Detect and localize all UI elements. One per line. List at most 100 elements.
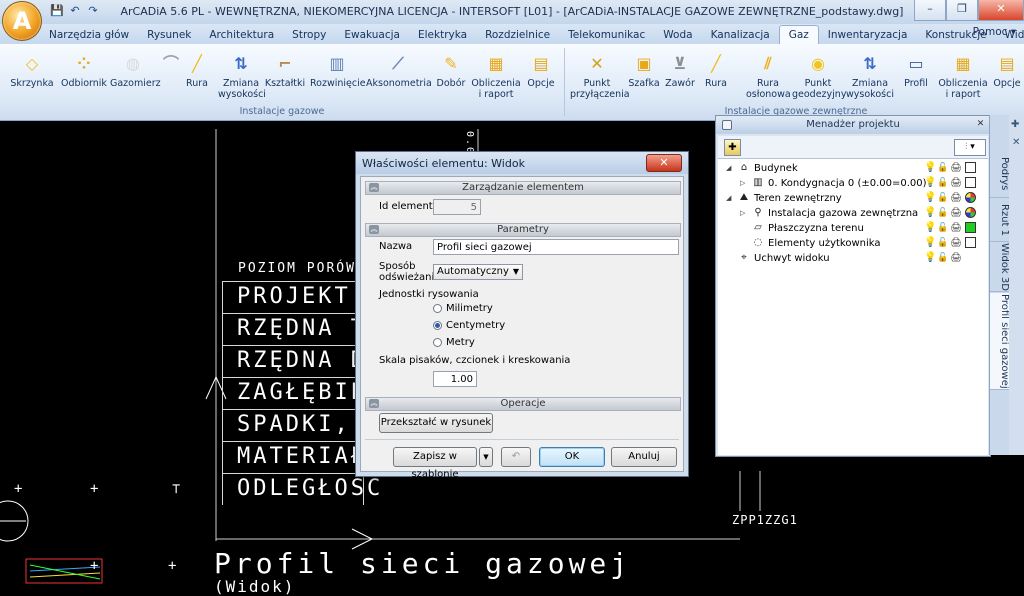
tree-item[interactable]: ⌖ Uchwyt widoku 💡 🔓 🖨 [718,251,988,266]
close-window-button[interactable]: ✕ [978,0,1024,21]
expand-icon[interactable]: ◢ [726,191,734,206]
ribbon-tab[interactable]: Narzędzia głów [40,26,138,44]
application-menu-button[interactable]: A [2,1,42,41]
ribbon-tab[interactable]: Telekomunikac [559,26,654,44]
ribbon-button[interactable]: ⇅ Zmiana wysokości [846,48,894,100]
lock-icon[interactable]: 🔓 [937,177,948,189]
ribbon-button[interactable]: ╱ Rura [180,48,214,89]
ribbon-button[interactable]: ▤ Opcje [992,48,1022,89]
ribbon-button[interactable]: ◉ Punkt geodezyjny [792,48,846,100]
ribbon-tab[interactable]: Rysunek [138,26,200,44]
radio-circle[interactable] [433,304,442,313]
expand-icon[interactable]: ▷ [740,176,748,191]
radio-circle[interactable] [433,338,442,347]
tree-item[interactable]: ▷ ▥ 0. Kondygnacja 0 (±0.00=0.00) 💡 🔓 🖨 [718,176,988,191]
visibility-bulb-icon[interactable]: 💡 [924,207,936,219]
print-icon[interactable]: 🖨 [950,207,962,219]
close-icon[interactable]: ✕ [1012,137,1020,148]
visibility-bulb-icon[interactable]: 💡 [924,192,936,204]
ribbon-tab[interactable]: Kanalizacja [702,26,779,44]
print-icon[interactable]: 🖨 [950,237,962,249]
visibility-bulb-icon[interactable]: 💡 [924,177,936,189]
section-operations[interactable]: ︽ Operacje [365,397,681,411]
scale-input[interactable]: 1.00 [433,371,477,387]
refresh-mode-select[interactable]: Automatyczny ▼ [433,264,523,280]
tree-item[interactable]: ◢ ⛰ Teren zewnętrzny 💡 🔓 🖨 [718,191,988,206]
ok-button[interactable]: OK [539,447,605,467]
section-parameters[interactable]: ︽ Parametry [365,223,681,237]
visibility-bulb-icon[interactable]: 💡 [924,162,936,174]
expand-icon[interactable]: ◢ [726,161,734,176]
ribbon-button[interactable]: ⊻ Zawór [662,48,698,89]
pin-icon[interactable]: ✚ [1011,119,1019,130]
lock-icon[interactable]: 🔓 [937,192,948,204]
ribbon-button[interactable]: ✕ Punkt przyłączenia [570,48,630,100]
ribbon-button[interactable]: ▤ Opcje [526,48,556,89]
project-manager-close-button[interactable]: ✕ [975,119,986,130]
ribbon-button[interactable]: ⌒ [158,48,179,78]
lock-icon[interactable]: 🔓 [937,162,948,174]
ribbon-button[interactable]: ╱ Rura [700,48,732,89]
ribbon-button[interactable]: ▦ Obliczenia i raport [470,48,522,100]
ribbon-button[interactable]: ◇ Skrzynka [6,48,58,89]
name-input[interactable]: Profil sieci gazowej [433,239,679,255]
view-tab[interactable]: Rzut 1 [990,199,1010,242]
lock-icon[interactable]: 🔓 [937,252,948,264]
cancel-button[interactable]: Anuluj [611,447,677,467]
ribbon-tab[interactable]: Gaz [778,25,819,44]
print-icon[interactable]: 🖨 [950,177,962,189]
ribbon-button[interactable]: ▥ Rozwinięcie [310,48,366,89]
collapse-icon[interactable]: ︽ [369,183,379,192]
color-swatch[interactable] [965,222,976,233]
ribbon-button[interactable]: ▦ Obliczenia i raport [938,48,988,100]
units-radio-1[interactable]: Centymetry [433,320,505,331]
tree-item[interactable]: ◌ Elementy użytkownika 💡 🔓 🖨 [718,236,988,251]
ribbon-tab[interactable]: Inwentaryzacja [819,26,917,44]
expand-icon[interactable]: ▷ [740,206,748,221]
ribbon-tab[interactable]: Woda [654,26,701,44]
tree-item[interactable]: ▷ ⚲ Instalacja gazowa zewnętrzna 💡 🔓 🖨 [718,206,988,221]
visibility-bulb-icon[interactable]: 💡 [924,237,936,249]
ribbon-tab[interactable]: Rozdzielnice [476,26,559,44]
print-icon[interactable]: 🖨 [950,252,962,264]
units-radio-2[interactable]: Metry [433,337,475,348]
collapse-icon[interactable]: ︽ [369,399,379,408]
ribbon-tab[interactable]: Ewakuacja [335,26,409,44]
ribbon-tab[interactable]: Elektryka [409,26,476,44]
ribbon-button[interactable]: ⁘ Odbiornik [60,48,108,89]
save-template-dropdown[interactable]: ▼ [479,447,493,467]
add-element-icon[interactable]: ✚ [724,139,741,156]
dialog-close-button[interactable]: ✕ [646,154,682,172]
ribbon-button[interactable]: ⌐ Kształtki [264,48,306,89]
ribbon-button[interactable]: ⟋ Aksonometria [366,48,432,89]
view-tab[interactable]: Podrys [990,151,1010,198]
color-swatch[interactable] [965,162,976,173]
visibility-bulb-icon[interactable]: 💡 [924,252,936,264]
ribbon-button[interactable]: ✎ Dobór [434,48,468,89]
view-tab[interactable]: Profil sieci gazowej [990,293,1010,390]
project-manager-title-bar[interactable]: Menadżer projektu ✕ [716,116,990,134]
color-swatch[interactable] [965,177,976,188]
lock-icon[interactable]: 🔓 [937,207,948,219]
undo-button[interactable]: ↶ [501,447,531,467]
filter-dropdown[interactable]: ⫶ ▾ [954,139,986,156]
radio-circle[interactable] [433,321,442,330]
collapse-icon[interactable]: ︽ [369,225,379,234]
print-icon[interactable]: 🖨 [950,222,962,234]
ribbon-button[interactable]: ⇅ Zmiana wysokości [218,48,266,100]
section-management[interactable]: ︽ Zarządzanie elementem [365,181,681,195]
ribbon-button[interactable]: ⫽ Rura osłonowa [746,48,791,100]
color-swatch[interactable] [965,207,976,218]
ribbon-button[interactable]: ▣ Szafka [628,48,660,89]
units-radio-0[interactable]: Milimetry [433,303,493,314]
lock-icon[interactable]: 🔓 [937,222,948,234]
save-template-button[interactable]: Zapisz w szablonie [393,447,477,480]
convert-to-drawing-button[interactable]: Przekształć w rysunek [379,413,493,433]
color-swatch[interactable] [965,192,976,203]
maximize-button[interactable]: ❐ [946,0,978,21]
color-swatch[interactable] [965,237,976,248]
visibility-bulb-icon[interactable]: 💡 [924,222,936,234]
ribbon-button[interactable]: ▭ Profil [900,48,932,89]
dialog-title-bar[interactable]: Właściwości elementu: Widok ✕ [356,152,688,174]
print-icon[interactable]: 🖨 [950,162,962,174]
